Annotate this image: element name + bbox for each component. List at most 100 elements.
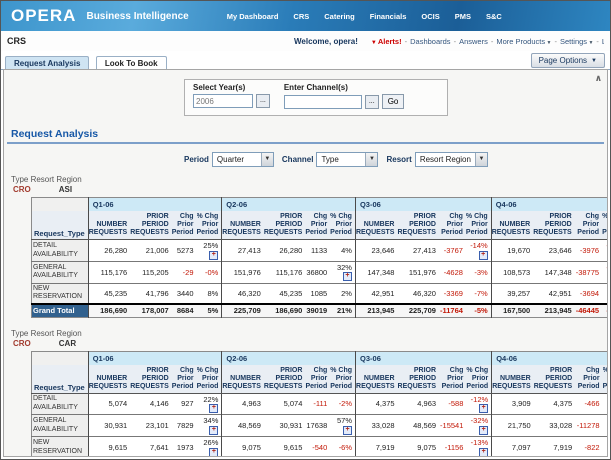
channel-filter-group: Enter Channel(s) ... Go xyxy=(284,83,405,109)
cro-line: CROCAR xyxy=(13,339,607,348)
pct-value: -13% xyxy=(471,438,489,447)
cell-pct-chg-prior-period: -0% xyxy=(197,261,222,283)
drill-expand-icon[interactable]: + xyxy=(343,426,352,435)
cell-number-requests: 42,951 xyxy=(355,283,397,304)
go-button[interactable]: Go xyxy=(382,94,405,109)
link-dashboards[interactable]: Dashboards xyxy=(410,37,450,46)
pct-value: 32% xyxy=(337,263,352,272)
column-header: PRIOR PERIOD REQUESTS xyxy=(397,211,439,240)
nav-item-pms[interactable]: PMS xyxy=(455,12,471,21)
cell-chg-prior-period: -38775 xyxy=(575,261,602,283)
drill-expand-icon[interactable]: + xyxy=(209,251,218,260)
cell-prior-period-requests: 9,075 xyxy=(398,437,440,457)
link-answers[interactable]: Answers xyxy=(459,37,488,46)
cell-chg-prior-period: -11764 xyxy=(439,304,466,317)
select-channel[interactable]: Type▼ xyxy=(316,152,378,167)
pct-value: 5% xyxy=(207,306,218,315)
cell-pct-chg-prior-period: -13%+ xyxy=(466,437,491,457)
link-more-products[interactable]: More Products ▼ xyxy=(496,37,551,46)
year-input[interactable] xyxy=(193,94,253,108)
column-header: PRIOR PERIOD REQUESTS xyxy=(130,365,172,394)
cell-pct-chg-prior-period: -9% xyxy=(602,283,608,304)
nav-item-crs[interactable]: CRS xyxy=(293,12,309,21)
top-banner: OPERA Business Intelligence My Dashboard… xyxy=(1,1,610,31)
quarter-header: Q2-06 xyxy=(222,198,356,212)
select-resort[interactable]: Resort Region▼ xyxy=(415,152,488,167)
cell-number-requests: 27,413 xyxy=(222,240,264,262)
report-title: Request Analysis xyxy=(11,128,607,140)
region-section-asi: Type Resort RegionCROASIQ1-06Q2-06Q3-06Q… xyxy=(4,175,607,318)
link-log-out[interactable]: Log Out xyxy=(602,37,604,46)
row-label: NEW RESERVATION xyxy=(32,283,89,304)
cell-prior-period-requests: 4,375 xyxy=(534,393,576,415)
drill-expand-icon[interactable]: + xyxy=(479,426,488,435)
drill-expand-icon[interactable]: + xyxy=(479,251,488,260)
drill-expand-icon[interactable]: + xyxy=(209,448,218,457)
period-label: Period xyxy=(184,155,209,164)
drill-expand-icon[interactable]: + xyxy=(343,272,352,281)
request-analysis-table-car: Q1-06Q2-06Q3-06Q4-06Request_TypeNUMBER R… xyxy=(31,351,608,457)
pct-value: -3% xyxy=(474,268,487,277)
channel-label: Channel xyxy=(282,155,314,164)
link-separator: - xyxy=(554,37,557,46)
nav-item-ocis[interactable]: OCIS xyxy=(421,12,439,21)
cell-pct-chg-prior-period: -34%+ xyxy=(603,415,608,437)
year-filter-group: Select Year(s) ... xyxy=(193,83,270,109)
drill-expand-icon[interactable]: + xyxy=(479,448,488,457)
column-header: NUMBER REQUESTS xyxy=(222,211,264,240)
collapse-section-icon[interactable]: ∧ xyxy=(595,73,602,84)
group-by-label: Type Resort Region xyxy=(11,175,607,184)
cell-prior-period-requests: 151,976 xyxy=(397,261,439,283)
cell-chg-prior-period: 7829 xyxy=(172,415,197,437)
nav-item-s-c[interactable]: S&C xyxy=(486,12,502,21)
link-settings[interactable]: Settings ▼ xyxy=(560,37,593,46)
cell-prior-period-requests: 147,348 xyxy=(533,261,575,283)
quarter-header: Q1-06 xyxy=(88,198,222,212)
column-header: NUMBER REQUESTS xyxy=(356,365,398,394)
top-nav: My Dashboard CRS Catering Financials OCIS PMS… xyxy=(227,12,502,21)
column-header: NUMBER REQUESTS xyxy=(88,365,130,394)
cell-number-requests: 45,235 xyxy=(88,283,130,304)
cell-number-requests: 5,074 xyxy=(88,393,130,415)
row-label: GENERAL AVAILABILITY xyxy=(32,261,89,283)
region-label: CAR xyxy=(59,339,76,348)
nav-item-catering[interactable]: Catering xyxy=(324,12,354,21)
nav-item-financials[interactable]: Financials xyxy=(370,12,407,21)
drill-expand-icon[interactable]: + xyxy=(209,404,218,413)
pct-value: -2% xyxy=(339,399,352,408)
channel-picker-button[interactable]: ... xyxy=(365,95,379,109)
column-header: PRIOR PERIOD REQUESTS xyxy=(534,365,576,394)
pct-value: -22% xyxy=(606,306,608,315)
nav-item-my-dashboard[interactable]: My Dashboard xyxy=(227,12,279,21)
cell-number-requests: 3,909 xyxy=(492,393,534,415)
cell-pct-chg-prior-period: -6% xyxy=(330,437,355,457)
sub-header: CRS Welcome, opera! ▼Alerts!-Dashboards-… xyxy=(1,31,610,51)
year-picker-button[interactable]: ... xyxy=(256,94,270,108)
cell-number-requests: 4,963 xyxy=(222,393,264,415)
channel-filter-label: Enter Channel(s) xyxy=(284,83,405,92)
cell-chg-prior-period: -1156 xyxy=(439,437,466,457)
pct-value: 57% xyxy=(337,416,352,425)
cell-chg-prior-period: -3369 xyxy=(439,283,466,304)
cell-chg-prior-period: 17638 xyxy=(305,415,330,437)
table-row: GENERAL AVAILABILITY30,93123,101782934%+… xyxy=(32,415,609,437)
drill-expand-icon[interactable]: + xyxy=(209,426,218,435)
channel-input[interactable] xyxy=(284,95,362,109)
caret-down-icon: ▼ xyxy=(545,40,551,46)
cell-prior-period-requests: 41,796 xyxy=(130,283,172,304)
cell-pct-chg-prior-period: 4% xyxy=(330,240,355,262)
pct-value: -5% xyxy=(474,306,487,315)
control-period: PeriodQuarter▼ xyxy=(184,152,274,167)
alerts-link[interactable]: ▼Alerts! xyxy=(371,37,402,46)
column-header: NUMBER REQUESTS xyxy=(492,365,534,394)
cell-number-requests: 7,919 xyxy=(356,437,398,457)
column-header: Chg Prior Period xyxy=(172,211,197,240)
cell-pct-chg-prior-period: 25%+ xyxy=(197,240,222,262)
drill-expand-icon[interactable]: + xyxy=(479,404,488,413)
row-label: NEW RESERVATION xyxy=(32,437,89,457)
view-controls: PeriodQuarter▼ChannelType▼ResortResort R… xyxy=(184,152,607,167)
column-header: % Chg Prior Period xyxy=(330,365,355,394)
select-period[interactable]: Quarter▼ xyxy=(212,152,274,167)
page-options-button[interactable]: Page Options ▼ xyxy=(531,53,605,68)
cell-prior-period-requests: 4,146 xyxy=(130,393,172,415)
